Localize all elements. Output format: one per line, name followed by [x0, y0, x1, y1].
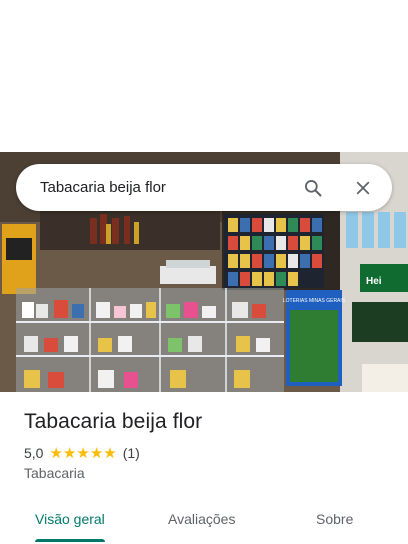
tab-overview[interactable]: Visão geral [35, 502, 105, 542]
tab-label: Sobre [316, 511, 354, 527]
star-icon: ★ [62, 443, 77, 462]
close-icon [356, 181, 370, 194]
tab-label: Avaliações [168, 511, 236, 527]
place-title: Tabacaria beija flor [24, 410, 203, 433]
review-count[interactable]: (1) [123, 445, 140, 461]
rating-row[interactable]: 5,0 ★ ★ ★ ★ ★ (1) [24, 444, 140, 462]
tab-reviews[interactable]: Avaliações [168, 502, 235, 536]
search-icon [305, 179, 322, 196]
tab-about[interactable]: Sobre [316, 502, 353, 536]
star-icon: ★ [76, 443, 90, 462]
place-tabs: Visão geral Avaliações Sobre [0, 496, 408, 544]
star-icon: ★ [89, 443, 104, 462]
rating-stars: ★ ★ ★ ★ ★ [49, 443, 117, 462]
search-input[interactable] [16, 164, 298, 211]
rating-value: 5,0 [24, 445, 44, 461]
star-icon: ★ [103, 443, 117, 462]
search-button[interactable] [298, 173, 328, 203]
search-bar [16, 164, 392, 211]
can-label-text: Hei [366, 276, 382, 287]
lottery-sign-text: LOTERIAS MINAS GERAIS [283, 298, 346, 304]
tab-label: Visão geral [35, 511, 105, 527]
active-tab-indicator [35, 539, 105, 542]
star-icon: ★ [49, 443, 63, 462]
clear-search-button[interactable] [348, 173, 378, 203]
place-category[interactable]: Tabacaria [24, 465, 85, 481]
